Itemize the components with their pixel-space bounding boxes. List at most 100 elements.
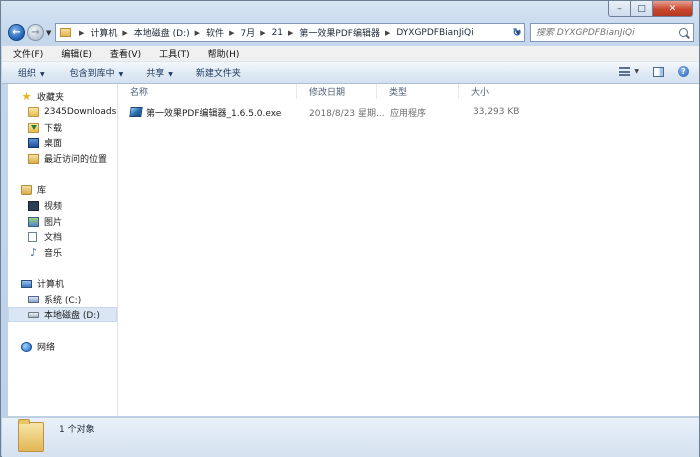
- menu-file[interactable]: 文件(F): [2, 47, 50, 60]
- folder-icon: [18, 419, 44, 452]
- nav-label: 音乐: [44, 249, 63, 259]
- view-tools: ▼ ?: [619, 66, 689, 77]
- exe-icon: [129, 107, 143, 117]
- column-type[interactable]: 类型: [377, 84, 459, 99]
- share-button[interactable]: 共享 ▼: [132, 66, 182, 79]
- share-label: 共享: [146, 69, 165, 79]
- nav-label: 收藏夹: [37, 93, 65, 103]
- refresh-button[interactable]: ↻: [509, 23, 525, 42]
- menu-edit[interactable]: 编辑(E): [50, 47, 99, 60]
- chevron-down-icon: ▼: [40, 71, 45, 78]
- explorer-window: – □ ✕ ← → ▼ ▶ 计算机 ▶ 本地磁盘 (D:) ▶ 软件 ▶ 7月 ▶ 21…: [0, 0, 700, 457]
- breadcrumb-july[interactable]: 7月 ▶: [240, 26, 271, 40]
- nav-computer[interactable]: 计算机: [8, 276, 130, 291]
- file-date: 2018/8/23 星期...: [309, 108, 385, 119]
- column-date[interactable]: 修改日期: [297, 84, 377, 99]
- chevron-down-icon: ▼: [118, 71, 124, 78]
- back-button[interactable]: ←: [8, 24, 25, 41]
- system-drive-icon: [28, 296, 39, 303]
- star-icon: ★: [21, 90, 32, 103]
- organize-label: 组织: [18, 69, 37, 79]
- file-size: 33,293 KB: [473, 107, 520, 117]
- details-pane: 1 个对象: [2, 417, 699, 457]
- include-library-button[interactable]: 包含到库中 ▼: [54, 66, 133, 79]
- chevron-right-icon[interactable]: ▶: [122, 29, 127, 37]
- recent-pages-dropdown[interactable]: ▼: [46, 29, 51, 37]
- column-label: 类型: [389, 88, 408, 98]
- menu-view[interactable]: 查看(V): [99, 47, 148, 60]
- nav-label: 库: [37, 186, 47, 196]
- nav-label: 本地磁盘 (D:): [44, 311, 100, 321]
- column-name[interactable]: 名称: [118, 84, 297, 99]
- chevron-right-icon[interactable]: ▶: [195, 29, 200, 37]
- chevron-right-icon[interactable]: ▶: [385, 29, 390, 37]
- file-row[interactable]: 第一效果PDF编辑器_1.6.5.0.exe 2018/8/23 星期... 应…: [126, 105, 686, 119]
- organize-button[interactable]: 组织 ▼: [2, 66, 54, 79]
- nav-label: 网络: [37, 343, 56, 353]
- computer-icon: [21, 279, 32, 288]
- nav-favorites[interactable]: ★ 收藏夹: [8, 89, 130, 104]
- breadcrumb-label: 21: [271, 27, 284, 38]
- breadcrumb-current[interactable]: DYXGPDFBianJiQi: [396, 28, 473, 38]
- views-icon[interactable]: [619, 67, 631, 76]
- file-name-label: 第一效果PDF编辑器_1.6.5.0.exe: [146, 108, 282, 119]
- breadcrumb-computer[interactable]: 计算机 ▶: [90, 26, 133, 40]
- chevron-right-icon[interactable]: ▶: [229, 29, 234, 37]
- nav-label: 桌面: [44, 139, 63, 149]
- search-icon[interactable]: [679, 28, 688, 37]
- breadcrumb-label: DYXGPDFBianJiQi: [396, 27, 474, 38]
- breadcrumb-software[interactable]: 软件 ▶: [206, 26, 240, 40]
- help-icon[interactable]: ?: [678, 66, 689, 77]
- column-label: 修改日期: [309, 88, 346, 98]
- nav-label: 计算机: [37, 280, 65, 290]
- picture-icon: [28, 216, 39, 227]
- include-library-label: 包含到库中: [69, 69, 115, 79]
- nav-label: 2345Downloads: [44, 106, 117, 117]
- close-button[interactable]: ✕: [653, 1, 693, 17]
- nav-label: 图片: [44, 218, 63, 228]
- search-input[interactable]: [536, 27, 676, 38]
- library-icon: [21, 184, 32, 195]
- music-icon: ♪: [29, 246, 38, 259]
- caption-buttons: – □ ✕: [608, 1, 693, 17]
- search-box[interactable]: [530, 23, 694, 42]
- forward-button[interactable]: →: [27, 24, 44, 41]
- chevron-right-icon[interactable]: ▶: [260, 29, 265, 37]
- new-folder-button[interactable]: 新建文件夹: [182, 66, 250, 79]
- chevron-down-icon: ▼: [168, 71, 173, 78]
- network-icon: [21, 341, 32, 352]
- nav-label: 系统 (C:): [44, 296, 82, 306]
- nav-label: 文档: [44, 233, 63, 243]
- chevron-down-icon[interactable]: ▼: [634, 68, 639, 75]
- menu-tools[interactable]: 工具(T): [148, 47, 197, 60]
- minimize-button[interactable]: –: [608, 1, 631, 17]
- nav-label: 下载: [44, 124, 63, 134]
- breadcrumb-label: 计算机: [90, 29, 118, 39]
- breadcrumb-21[interactable]: 21 ▶: [272, 28, 300, 38]
- video-icon: [28, 200, 39, 211]
- preview-pane-icon[interactable]: [653, 66, 664, 77]
- breadcrumb-label: 本地磁盘 (D:): [133, 29, 190, 39]
- nav-drive-d[interactable]: 本地磁盘 (D:): [8, 307, 117, 322]
- nav-label: 视频: [44, 202, 63, 212]
- download-folder-icon: [28, 122, 39, 133]
- file-list: 名称 修改日期 类型 大小 第一效果PDF编辑器_1.6.5.0.exe 201…: [118, 84, 699, 416]
- nav-libraries[interactable]: 库: [8, 182, 130, 197]
- file-name[interactable]: 第一效果PDF编辑器_1.6.5.0.exe: [129, 106, 282, 119]
- chevron-right-icon[interactable]: ▶: [79, 29, 84, 37]
- breadcrumb-label: 软件: [206, 29, 225, 39]
- folder-icon: [28, 106, 39, 117]
- chevron-right-icon[interactable]: ▶: [288, 29, 293, 37]
- command-bar: 组织 ▼ 包含到库中 ▼ 共享 ▼ 新建文件夹 ▼ ?: [2, 62, 699, 84]
- breadcrumb-label: 第一效果PDF编辑器: [299, 29, 380, 39]
- address-bar[interactable]: ▶ 计算机 ▶ 本地磁盘 (D:) ▶ 软件 ▶ 7月 ▶ 21 ▶ 第一效果PDF编辑器…: [55, 23, 525, 42]
- menu-help[interactable]: 帮助(H): [197, 47, 247, 60]
- breadcrumb-label: 7月: [240, 29, 256, 39]
- breadcrumb-drive-d[interactable]: 本地磁盘 (D:) ▶: [133, 26, 206, 40]
- maximize-button[interactable]: □: [631, 1, 653, 17]
- column-size[interactable]: 大小: [459, 84, 519, 99]
- document-icon: [28, 231, 37, 242]
- breadcrumb-pdf-editor[interactable]: 第一效果PDF编辑器 ▶: [299, 26, 396, 40]
- nav-network[interactable]: 网络: [8, 339, 130, 354]
- recent-places-icon: [28, 153, 39, 164]
